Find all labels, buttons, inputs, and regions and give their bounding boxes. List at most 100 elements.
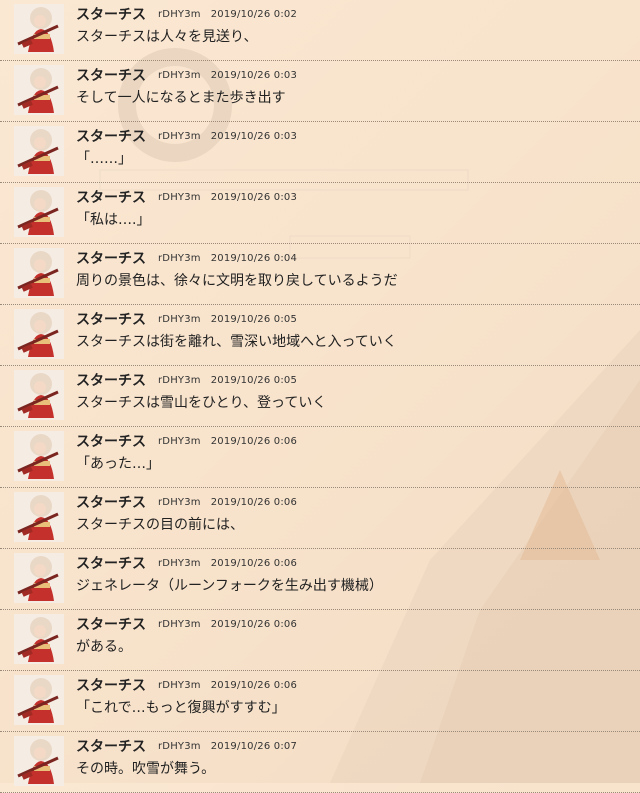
chat-message: スターチス rDHY3m 2019/10/26 0:06 がある。 (0, 610, 640, 671)
speaker-name: スターチス (76, 373, 146, 389)
message-text: スターチスは雪山をひとり、登っていく (76, 395, 327, 411)
speaker-name: スターチス (76, 190, 146, 206)
message-meta: rDHY3m 2019/10/26 0:06 (158, 436, 297, 447)
user-id: rDHY3m (158, 375, 201, 386)
speaker-name: スターチス (76, 434, 146, 450)
character-portrait-icon (14, 65, 64, 115)
chat-message: スターチス rDHY3m 2019/10/26 0:07 その時。吹雪が舞う。 (0, 732, 640, 793)
chat-log: スターチス rDHY3m 2019/10/26 0:02 スターチスは人々を見送り… (0, 0, 640, 793)
chat-message: スターチス rDHY3m 2019/10/26 0:05 スターチスは雪山をひとり… (0, 366, 640, 427)
message-text: スターチスは人々を見送り、 (76, 29, 258, 45)
character-portrait-icon (14, 675, 64, 725)
avatar[interactable] (14, 126, 64, 176)
timestamp: 2019/10/26 0:04 (210, 253, 298, 264)
chat-message: スターチス rDHY3m 2019/10/26 0:06 「あった…」 (0, 427, 640, 488)
message-meta: rDHY3m 2019/10/26 0:07 (158, 741, 297, 752)
message-meta: rDHY3m 2019/10/26 0:02 (158, 9, 297, 20)
speaker-name: スターチス (76, 556, 146, 572)
timestamp: 2019/10/26 0:03 (210, 131, 298, 142)
avatar[interactable] (14, 370, 64, 420)
avatar[interactable] (14, 248, 64, 298)
character-portrait-icon (14, 126, 64, 176)
timestamp: 2019/10/26 0:05 (210, 375, 298, 386)
avatar[interactable] (14, 614, 64, 664)
avatar[interactable] (14, 492, 64, 542)
message-meta: rDHY3m 2019/10/26 0:06 (158, 497, 297, 508)
avatar[interactable] (14, 553, 64, 603)
message-meta: rDHY3m 2019/10/26 0:06 (158, 680, 297, 691)
message-meta: rDHY3m 2019/10/26 0:03 (158, 131, 297, 142)
message-text: ジェネレータ（ルーンフォークを生み出す機械） (76, 578, 383, 594)
user-id: rDHY3m (158, 741, 201, 752)
message-text: 周りの景色は、徐々に文明を取り戻しているようだ (76, 273, 398, 289)
character-portrait-icon (14, 4, 64, 54)
character-portrait-icon (14, 736, 64, 786)
user-id: rDHY3m (158, 9, 201, 20)
chat-message: スターチス rDHY3m 2019/10/26 0:04 周りの景色は、徐々に文明… (0, 244, 640, 305)
avatar[interactable] (14, 309, 64, 359)
user-id: rDHY3m (158, 680, 201, 691)
timestamp: 2019/10/26 0:06 (210, 558, 298, 569)
speaker-name: スターチス (76, 312, 146, 328)
character-portrait-icon (14, 370, 64, 420)
user-id: rDHY3m (158, 192, 201, 203)
timestamp: 2019/10/26 0:06 (210, 680, 298, 691)
user-id: rDHY3m (158, 497, 201, 508)
message-text: がある。 (76, 639, 132, 655)
avatar[interactable] (14, 431, 64, 481)
speaker-name: スターチス (76, 495, 146, 511)
speaker-name: スターチス (76, 739, 146, 755)
character-portrait-icon (14, 614, 64, 664)
avatar[interactable] (14, 187, 64, 237)
message-text: そして一人になるとまた歩き出す (76, 90, 286, 106)
chat-message: スターチス rDHY3m 2019/10/26 0:06 「これで…もっと復興がす… (0, 671, 640, 732)
message-meta: rDHY3m 2019/10/26 0:05 (158, 314, 297, 325)
avatar[interactable] (14, 675, 64, 725)
message-meta: rDHY3m 2019/10/26 0:06 (158, 619, 297, 630)
user-id: rDHY3m (158, 70, 201, 81)
speaker-name: スターチス (76, 678, 146, 694)
user-id: rDHY3m (158, 558, 201, 569)
speaker-name: スターチス (76, 251, 146, 267)
message-text: スターチスの目の前には、 (76, 517, 244, 533)
speaker-name: スターチス (76, 617, 146, 633)
message-meta: rDHY3m 2019/10/26 0:03 (158, 70, 297, 81)
message-text: 「これで…もっと復興がすすむ」 (76, 700, 286, 716)
timestamp: 2019/10/26 0:06 (210, 619, 298, 630)
character-portrait-icon (14, 492, 64, 542)
user-id: rDHY3m (158, 314, 201, 325)
chat-message: スターチス rDHY3m 2019/10/26 0:02 スターチスは人々を見送り… (0, 0, 640, 61)
character-portrait-icon (14, 431, 64, 481)
speaker-name: スターチス (76, 68, 146, 84)
timestamp: 2019/10/26 0:03 (210, 70, 298, 81)
character-portrait-icon (14, 553, 64, 603)
chat-message: スターチス rDHY3m 2019/10/26 0:03 「……」 (0, 122, 640, 183)
avatar[interactable] (14, 4, 64, 54)
timestamp: 2019/10/26 0:03 (210, 192, 298, 203)
user-id: rDHY3m (158, 619, 201, 630)
message-text: 「……」 (76, 151, 132, 167)
avatar[interactable] (14, 65, 64, 115)
message-meta: rDHY3m 2019/10/26 0:06 (158, 558, 297, 569)
timestamp: 2019/10/26 0:05 (210, 314, 298, 325)
message-meta: rDHY3m 2019/10/26 0:03 (158, 192, 297, 203)
message-meta: rDHY3m 2019/10/26 0:05 (158, 375, 297, 386)
chat-message: スターチス rDHY3m 2019/10/26 0:03 「私は….」 (0, 183, 640, 244)
character-portrait-icon (14, 187, 64, 237)
chat-message: スターチス rDHY3m 2019/10/26 0:06 ジェネレータ（ルーンフォ… (0, 549, 640, 610)
timestamp: 2019/10/26 0:06 (210, 497, 298, 508)
user-id: rDHY3m (158, 131, 201, 142)
speaker-name: スターチス (76, 129, 146, 145)
message-meta: rDHY3m 2019/10/26 0:04 (158, 253, 297, 264)
chat-message: スターチス rDHY3m 2019/10/26 0:06 スターチスの目の前には、 (0, 488, 640, 549)
speaker-name: スターチス (76, 7, 146, 23)
avatar[interactable] (14, 736, 64, 786)
character-portrait-icon (14, 248, 64, 298)
message-text: その時。吹雪が舞う。 (76, 761, 216, 777)
message-text: 「あった…」 (76, 456, 160, 472)
chat-message: スターチス rDHY3m 2019/10/26 0:05 スターチスは街を離れ、雪… (0, 305, 640, 366)
user-id: rDHY3m (158, 253, 201, 264)
timestamp: 2019/10/26 0:02 (210, 9, 298, 20)
message-text: スターチスは街を離れ、雪深い地域へと入っていく (76, 334, 397, 350)
message-text: 「私は….」 (76, 212, 151, 228)
